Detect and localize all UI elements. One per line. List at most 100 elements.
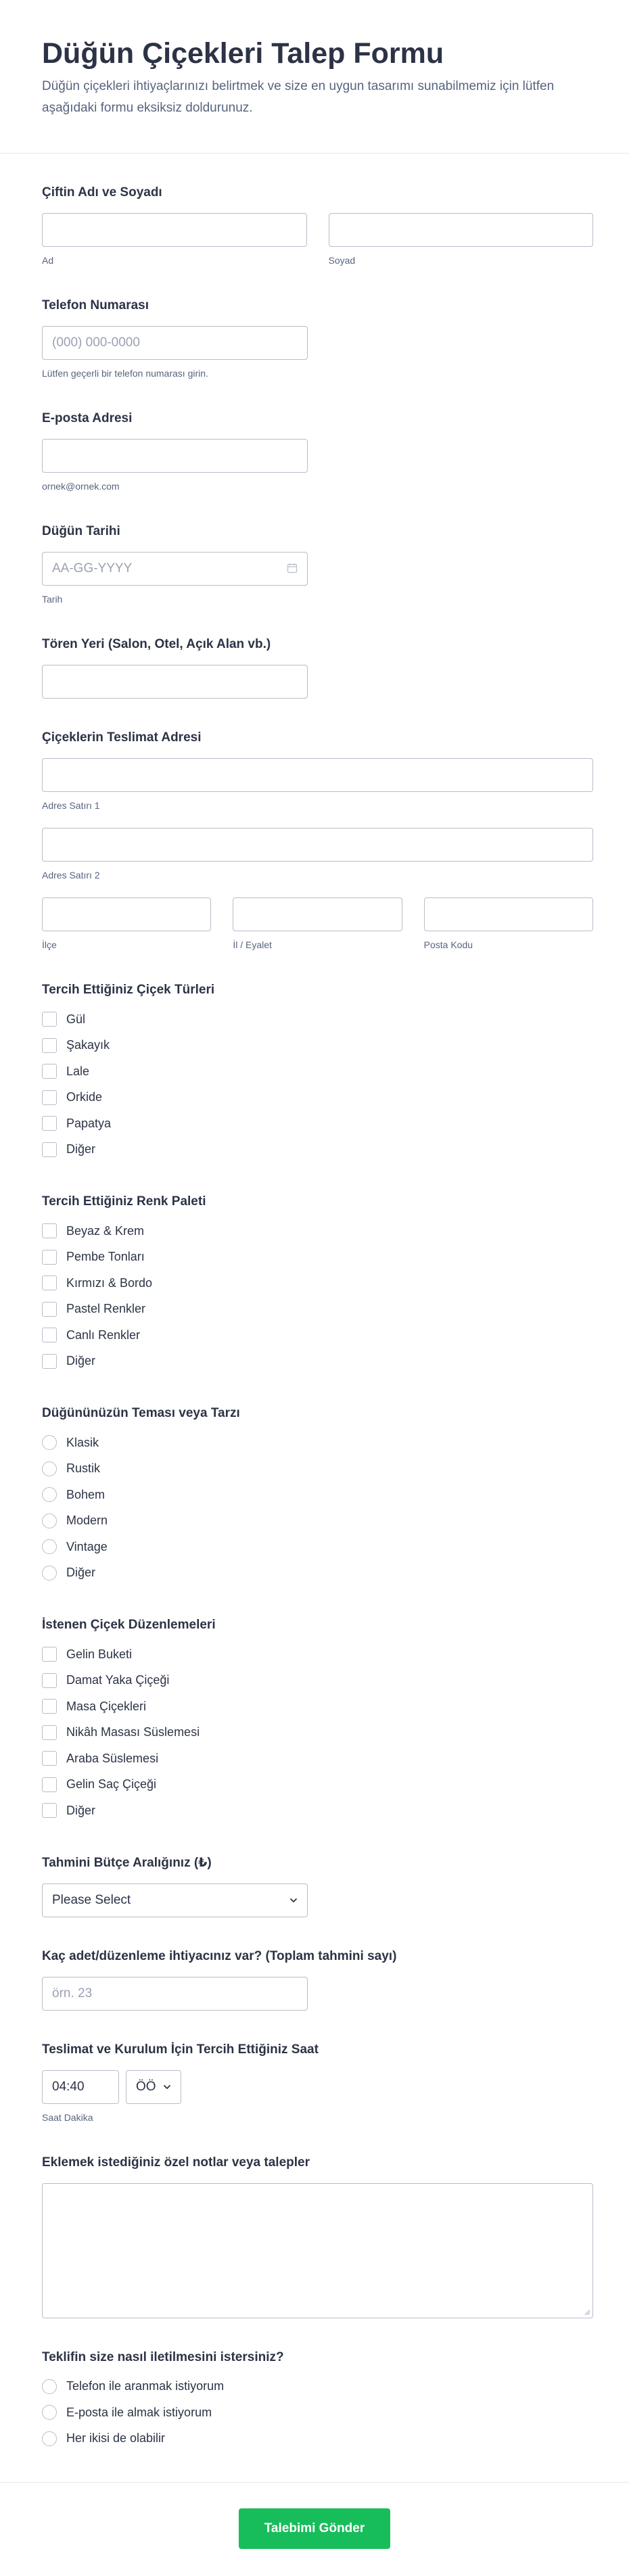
calendar-icon[interactable] (287, 563, 298, 573)
contact-option[interactable]: Telefon ile aranmak istiyorum (42, 2374, 593, 2400)
color-option[interactable]: Pastel Renkler (42, 1296, 593, 1323)
radio-button[interactable] (42, 1565, 57, 1580)
flower-option-label: Şakayık (66, 1038, 110, 1052)
checkbox[interactable] (42, 1301, 57, 1317)
color-option[interactable]: Beyaz & Krem (42, 1218, 593, 1244)
flower-option-label: Lale (66, 1064, 90, 1078)
contact-option[interactable]: E-posta ile almak istiyorum (42, 2399, 593, 2426)
checkbox[interactable] (42, 1751, 57, 1766)
radio-button[interactable] (42, 1513, 57, 1528)
venue-label: Tören Yeri (Salon, Otel, Açık Alan vb.) (42, 637, 271, 651)
arrangement-option[interactable]: Gelin Saç Çiçeği (42, 1772, 593, 1798)
theme-option-label: Diğer (66, 1566, 96, 1580)
theme-option[interactable]: Modern (42, 1508, 593, 1535)
radio-button[interactable] (42, 1435, 57, 1451)
zip-input[interactable] (423, 897, 593, 931)
flower-option-label: Gül (66, 1012, 86, 1026)
checkbox[interactable] (42, 1699, 57, 1714)
time-value: 04:40 (52, 2079, 85, 2094)
phone-input[interactable]: (000) 000-0000 (42, 326, 308, 360)
colors-field-group: Tercih Ettiğiniz Renk Paleti Beyaz & Kre… (42, 1163, 593, 1374)
radio-button[interactable] (42, 1487, 57, 1503)
checkbox[interactable] (42, 1353, 57, 1369)
contact-field-group: Teklifin size nasıl iletilmesini istersi… (42, 2318, 593, 2452)
email-input[interactable] (42, 439, 308, 473)
radio-button[interactable] (42, 2431, 57, 2446)
notes-textarea[interactable] (42, 2182, 593, 2318)
theme-option-label: Modern (66, 1514, 108, 1528)
radio-button[interactable] (42, 2405, 57, 2420)
first-name-input[interactable] (42, 213, 307, 247)
flower-option[interactable]: Papatya (42, 1110, 593, 1137)
color-option-label: Pembe Tonları (66, 1250, 145, 1264)
address-line2-input[interactable] (42, 828, 593, 862)
date-input[interactable]: AA-GG-YYYY (42, 552, 308, 586)
checkbox[interactable] (42, 1116, 57, 1131)
quantity-field-group: Kaç adet/düzenleme ihtiyacınız var? (Top… (42, 1917, 593, 2011)
theme-option-label: Bohem (66, 1487, 106, 1501)
theme-field-group: Düğününüzün Teması veya Tarzı Klasik Rus… (42, 1374, 593, 1586)
arrangement-option[interactable]: Damat Yaka Çiçeği (42, 1668, 593, 1694)
arrangement-option[interactable]: Masa Çiçekleri (42, 1693, 593, 1720)
checkbox[interactable] (42, 1725, 57, 1740)
checkbox[interactable] (42, 1064, 57, 1079)
ampm-select[interactable]: ÖÖ (126, 2069, 181, 2104)
address-line1-input[interactable] (42, 758, 593, 792)
time-input[interactable]: 04:40 (42, 2069, 119, 2104)
checkbox[interactable] (42, 1672, 57, 1688)
form-footer: Talebimi Gönder (0, 2482, 629, 2575)
color-option[interactable]: Canlı Renkler (42, 1322, 593, 1349)
theme-option[interactable]: Diğer (42, 1560, 593, 1587)
flower-option[interactable]: Diğer (42, 1137, 593, 1163)
checkbox[interactable] (42, 1012, 57, 1027)
radio-button[interactable] (42, 2379, 57, 2394)
flower-option-label: Papatya (66, 1116, 112, 1130)
quantity-label: Kaç adet/düzenleme ihtiyacınız var? (Top… (42, 1948, 397, 1963)
flower-option[interactable]: Gül (42, 1006, 593, 1033)
email-field-group: E-posta Adresi ornek@ornek.com (42, 379, 593, 492)
contact-option-label: E-posta ile almak istiyorum (66, 2405, 212, 2419)
checkbox[interactable] (42, 1223, 57, 1239)
arrangement-option[interactable]: Araba Süslemesi (42, 1746, 593, 1772)
checkbox[interactable] (42, 1328, 57, 1343)
arrangement-option[interactable]: Diğer (42, 1798, 593, 1824)
theme-option[interactable]: Klasik (42, 1430, 593, 1456)
district-input[interactable] (42, 897, 212, 931)
last-name-input[interactable] (328, 213, 593, 247)
budget-select[interactable]: Please Select (42, 1883, 308, 1917)
checkbox[interactable] (42, 1142, 57, 1157)
theme-option[interactable]: Vintage (42, 1534, 593, 1560)
theme-option[interactable]: Bohem (42, 1482, 593, 1508)
checkbox[interactable] (42, 1037, 57, 1053)
resize-handle-icon[interactable] (584, 2309, 590, 2316)
flower-option[interactable]: Orkide (42, 1085, 593, 1111)
flower-option[interactable]: Lale (42, 1058, 593, 1085)
checkbox[interactable] (42, 1647, 57, 1662)
checkbox[interactable] (42, 1249, 57, 1265)
venue-input[interactable] (42, 665, 308, 699)
district-sublabel: İlçe (42, 939, 57, 950)
flower-option[interactable]: Şakayık (42, 1033, 593, 1059)
color-option-label: Kırmızı & Bordo (66, 1275, 153, 1290)
color-option[interactable]: Kırmızı & Bordo (42, 1270, 593, 1296)
arrangement-option[interactable]: Gelin Buketi (42, 1641, 593, 1668)
theme-option[interactable]: Rustik (42, 1456, 593, 1482)
color-option[interactable]: Pembe Tonları (42, 1244, 593, 1271)
checkbox[interactable] (42, 1090, 57, 1105)
checkbox[interactable] (42, 1803, 57, 1819)
name-label: Çiftin Adı ve Soyadı (42, 185, 162, 200)
arrangements-label: İstenen Çiçek Düzenlemeleri (42, 1618, 216, 1632)
color-option[interactable]: Diğer (42, 1349, 593, 1375)
submit-button[interactable]: Talebimi Gönder (239, 2508, 390, 2549)
checkbox[interactable] (42, 1777, 57, 1792)
quantity-input[interactable]: örn. 23 (42, 1976, 308, 2011)
theme-option-label: Vintage (66, 1539, 108, 1553)
color-option-label: Canlı Renkler (66, 1328, 141, 1342)
first-name-sublabel: Ad (42, 255, 54, 266)
contact-option[interactable]: Her ikisi de olabilir (42, 2426, 593, 2452)
city-input[interactable] (233, 897, 402, 931)
arrangement-option[interactable]: Nikâh Masası Süslemesi (42, 1720, 593, 1746)
checkbox[interactable] (42, 1275, 57, 1291)
radio-button[interactable] (42, 1461, 57, 1476)
radio-button[interactable] (42, 1539, 57, 1555)
